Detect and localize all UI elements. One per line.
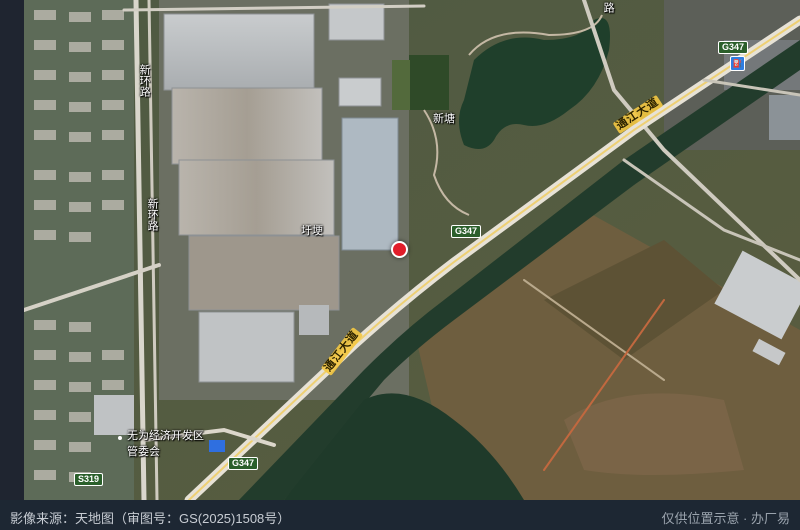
place-label-yugeng: 圩埂 [301,225,323,237]
crop-field [409,55,449,110]
fuel-station-icon[interactable]: ⛽ [730,56,745,71]
road-label-top: 路 [602,2,615,13]
admin-building [94,395,134,435]
place-label-admin-line1: 无为经济开发区 [127,430,204,442]
place-label-xintang: 新塘 [433,113,455,125]
imagery-source-text: 影像来源：天地图（审图号：GS(2025)1508号） [10,511,291,526]
shield-g347-bottom: G347 [228,457,259,470]
place-label-admin-line2: 管委会 [127,446,160,458]
map-footer: 影像来源：天地图（审图号：GS(2025)1508号） 仅供位置示意 · 办厂易 [0,500,800,530]
map-frame: 新塘 圩埂 无为经济开发区 管委会 路 新环路 新环路 通江大道 通江大道 G3… [0,0,800,530]
shield-g347-mid: G347 [451,225,482,238]
crop-field-2 [392,60,410,110]
admin-poi-dot [118,436,122,440]
road-label-west-upper: 新环路 [138,64,151,97]
shield-g347-top: G347 [718,41,749,54]
location-pin-icon[interactable] [391,241,408,258]
road-label-west-lower: 新环路 [146,198,159,231]
shield-s319: S319 [74,473,104,486]
left-edge-strip [0,0,24,500]
location-disclaimer-text: 仅供位置示意 · 办厂易 [661,511,790,526]
